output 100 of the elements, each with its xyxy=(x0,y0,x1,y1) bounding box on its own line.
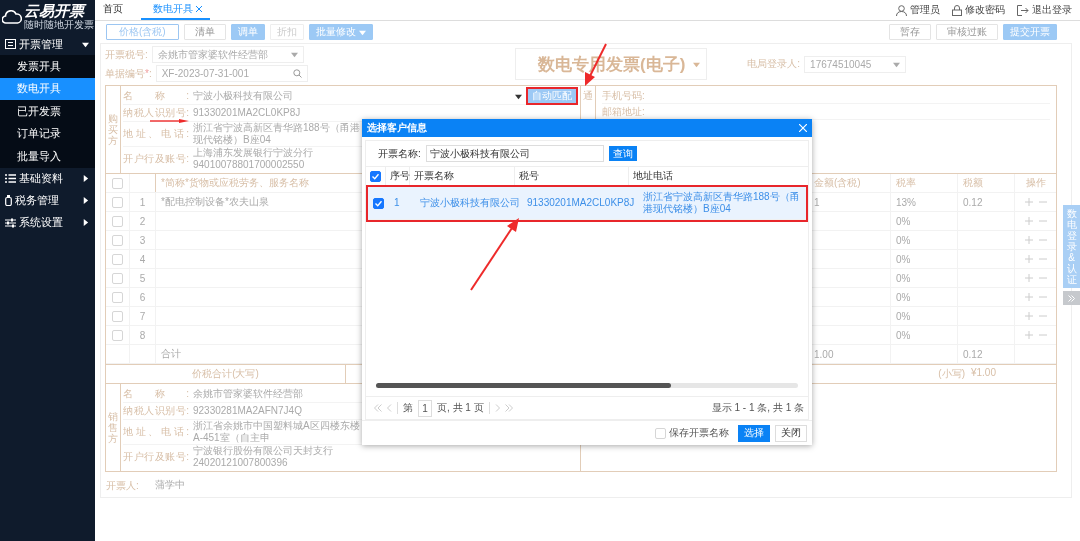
checkbox-label: 保存开票名称 xyxy=(669,426,729,440)
list-icon xyxy=(5,174,16,183)
caret-icon xyxy=(693,60,701,68)
checkbox[interactable] xyxy=(370,170,381,182)
add-icon[interactable] xyxy=(1024,312,1033,320)
field-value: 浙江省宁波高新区青华路188号（甬港现代铭楼）B座04 xyxy=(193,122,361,146)
scrollbar-thumb[interactable] xyxy=(376,383,672,388)
toolbar-button[interactable]: 清单 xyxy=(183,24,226,40)
collapse-button[interactable] xyxy=(1063,291,1080,305)
sidebar-item[interactable]: 数电开具 xyxy=(0,77,95,100)
user-menu-link[interactable]: 退出登录 xyxy=(1017,3,1072,17)
add-icon[interactable] xyxy=(1024,331,1033,339)
table-cell: 0.12 xyxy=(958,193,1015,211)
user-icon xyxy=(896,4,907,16)
tab[interactable]: 首页 xyxy=(103,0,135,20)
field-label: 邮箱地址: xyxy=(602,104,645,119)
field-label: 电局登录人: xyxy=(747,57,801,71)
field-label: 名称: xyxy=(123,389,190,399)
seller-label: 销售方 xyxy=(108,411,118,444)
add-icon[interactable] xyxy=(1024,198,1033,206)
pager-label: 第 xyxy=(403,401,413,415)
close-icon[interactable] xyxy=(196,6,202,12)
double-chevron-icon xyxy=(1068,294,1075,302)
remove-icon[interactable] xyxy=(1038,293,1047,301)
tax-number-select[interactable]: 余姚市管家婆软件经营部 xyxy=(151,46,304,63)
dialog-button[interactable]: 选择 xyxy=(738,424,770,442)
first-page-icon[interactable] xyxy=(374,404,382,412)
cloud-icon xyxy=(2,9,22,24)
field-label: 纳税人识别号: xyxy=(123,406,190,416)
row-number: 2 xyxy=(130,212,156,230)
column-header: 税率 xyxy=(891,174,958,192)
remove-icon[interactable] xyxy=(1038,236,1047,244)
caret-icon xyxy=(82,197,89,204)
search-icon[interactable] xyxy=(292,69,302,78)
field-label: 地址、电话: xyxy=(123,427,190,437)
toolbar-button[interactable]: 暂存 xyxy=(889,24,931,40)
sidebar-group[interactable]: 税务管理 xyxy=(0,189,95,212)
buyer-label: 购买方 xyxy=(108,113,118,146)
sidebar-group[interactable]: 基础资料 xyxy=(0,167,95,190)
lock-icon xyxy=(952,4,962,16)
field-label: 开票税号: xyxy=(105,47,148,62)
previous-page-icon[interactable] xyxy=(387,404,392,412)
remove-icon[interactable] xyxy=(1038,198,1047,206)
total-figures-label: (小写) xyxy=(938,367,965,381)
add-icon[interactable] xyxy=(1024,274,1033,282)
last-page-icon[interactable] xyxy=(504,404,513,412)
field-label: 开户行及账号: xyxy=(123,154,190,164)
logo-subtitle: 随时随地开发票 xyxy=(24,19,94,30)
row-number: 7 xyxy=(130,307,156,325)
sidebar-group[interactable]: 开票管理 xyxy=(0,33,95,55)
add-icon[interactable] xyxy=(1024,255,1033,263)
sidebar-item[interactable]: 已开发票 xyxy=(0,100,95,123)
checkbox[interactable] xyxy=(372,197,384,209)
caret-icon xyxy=(358,28,366,36)
row-number: 3 xyxy=(130,231,156,249)
user-menu-link[interactable]: 管理员 xyxy=(896,3,940,17)
pager-summary: 显示 1 - 1 条, 共 1 条 xyxy=(711,401,804,415)
add-icon[interactable] xyxy=(1024,236,1033,244)
remove-icon[interactable] xyxy=(1038,217,1047,225)
table-cell-text: 宁波小极科技有限公司 xyxy=(419,197,521,209)
table-cell: 0.12 xyxy=(958,345,1015,363)
row-number: 6 xyxy=(130,288,156,306)
remove-icon[interactable] xyxy=(1038,274,1047,282)
login-user-select[interactable]: 17674510045 xyxy=(804,55,907,73)
dialog-button[interactable]: 关闭 xyxy=(775,424,807,442)
document-number-field[interactable]: XF-2023-07-31-001 xyxy=(155,65,308,82)
dialog-title: 选择客户信息 xyxy=(367,121,427,135)
user-menu-link[interactable]: 修改密码 xyxy=(952,3,1005,17)
total-words-label: 价税合计(大写) xyxy=(106,365,346,383)
sidebar-group[interactable]: 系统设置 xyxy=(0,211,95,234)
sidebar-item[interactable]: 订单记录 xyxy=(0,122,95,145)
toolbar-button[interactable]: 审核过账 xyxy=(936,24,998,40)
field-value: 92330281MA2AFN7J4Q xyxy=(193,405,302,417)
table-cell: 0% xyxy=(891,231,958,249)
row-number: 5 xyxy=(130,269,156,287)
page-input[interactable]: 1 xyxy=(418,399,432,417)
field-label: 开票名称: xyxy=(378,146,421,161)
logo-title: 云易开票 xyxy=(24,3,94,19)
total-figures: ¥1.00 xyxy=(970,367,996,380)
remove-icon[interactable] xyxy=(1038,331,1047,339)
add-icon[interactable] xyxy=(1024,293,1033,301)
bottle-icon xyxy=(5,195,12,206)
remove-icon[interactable] xyxy=(1038,255,1047,263)
table-cell: 0% xyxy=(891,250,958,268)
table-cell: 13% xyxy=(891,193,958,211)
remove-icon[interactable] xyxy=(1038,312,1047,320)
sidebar-item[interactable]: 批量导入 xyxy=(0,145,95,168)
row-number: 4 xyxy=(130,250,156,268)
field-value: 余姚市管家婆软件经营部 xyxy=(193,388,303,400)
column-header: 税额 xyxy=(958,174,1015,192)
field-value: 蒲学中 xyxy=(154,479,185,492)
tab[interactable]: 数电开具 xyxy=(141,0,210,20)
field-value: 宁波银行股份有限公司天封支行 24020121007800396 xyxy=(193,445,334,469)
table-cell-text: 1 xyxy=(393,197,401,209)
query-button[interactable]: 查询 xyxy=(608,146,637,161)
scrollbar[interactable] xyxy=(376,383,798,388)
next-page-icon[interactable] xyxy=(494,404,500,412)
name-input[interactable]: 宁波小极科技有限公司 xyxy=(425,145,604,162)
add-icon[interactable] xyxy=(1024,217,1033,225)
sidebar-item[interactable]: 发票开具 xyxy=(0,55,95,78)
